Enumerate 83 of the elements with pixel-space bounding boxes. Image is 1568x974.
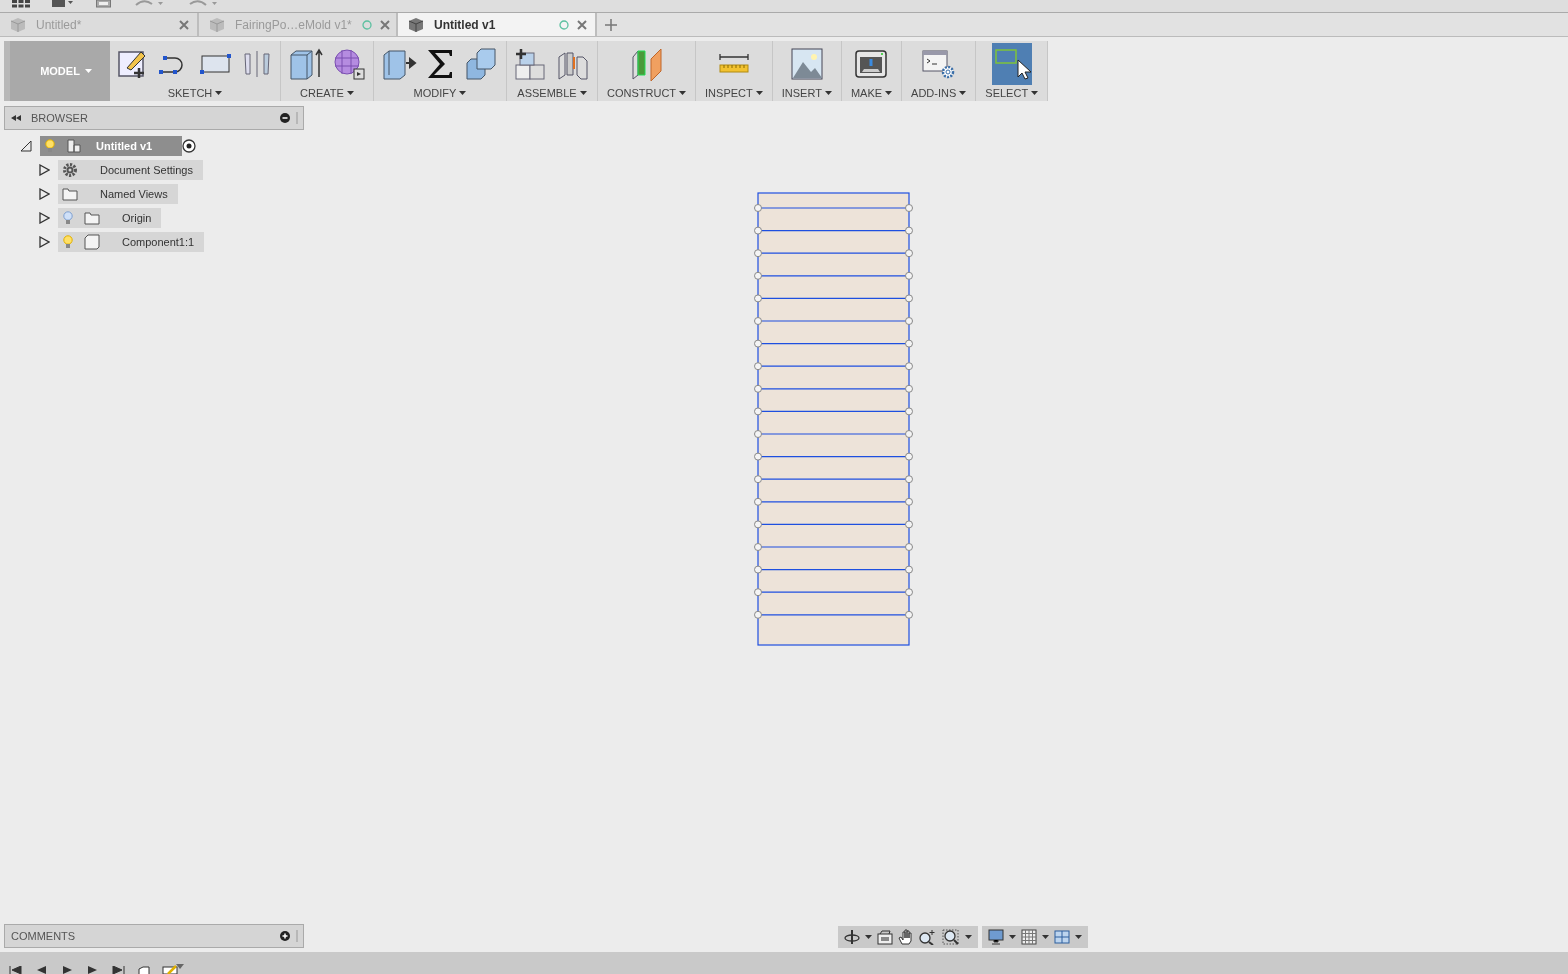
folder-icon [62, 187, 78, 201]
expanded-arrow-icon[interactable] [20, 140, 32, 152]
menu-button[interactable]: CREATE [298, 87, 356, 99]
menu-button[interactable]: ASSEMBLE [515, 87, 589, 99]
collapsed-arrow-icon[interactable] [38, 164, 50, 176]
body-icon [84, 234, 100, 250]
grid-icon[interactable] [1021, 929, 1037, 945]
file-icon[interactable] [52, 0, 74, 8]
tab-title: Untitled v1 [434, 17, 496, 32]
caret-icon [1042, 935, 1049, 939]
menu-button[interactable]: ADD-INS [909, 87, 969, 99]
caret-icon [865, 935, 872, 939]
collapsed-arrow-icon[interactable] [38, 188, 50, 200]
cube-icon [10, 16, 26, 33]
menu-button[interactable]: SELECT [983, 87, 1041, 99]
caret-icon [885, 91, 893, 95]
minus-circle-icon[interactable] [280, 113, 290, 123]
press-pull-icon[interactable] [381, 47, 417, 81]
new-component-icon[interactable] [514, 47, 548, 81]
look-at-icon[interactable] [877, 929, 893, 945]
tab-title: FairingPo…eMold v1* [235, 17, 352, 32]
caret-icon [679, 91, 687, 95]
document-tab[interactable]: Untitled v1 [398, 13, 597, 36]
new-tab-plus-icon[interactable] [605, 18, 617, 31]
menu-button[interactable]: MAKE [848, 87, 895, 99]
sigma-icon[interactable] [425, 47, 455, 81]
sketch-edit-icon[interactable] [162, 964, 184, 974]
mirror-icon[interactable] [241, 48, 273, 80]
cube-icon [408, 16, 424, 33]
save-icon[interactable] [96, 0, 112, 8]
printer-icon[interactable] [854, 47, 889, 81]
sketch-feature-icon[interactable] [138, 966, 150, 974]
caret-icon [1075, 935, 1082, 939]
tab-title: Untitled* [36, 17, 82, 32]
caret-icon [1031, 91, 1039, 95]
mesh-sphere-icon[interactable] [332, 47, 366, 81]
menu-button[interactable]: INSPECT [703, 87, 765, 99]
caret-icon [959, 91, 967, 95]
first-step-icon[interactable] [8, 966, 22, 974]
folder-icon [84, 211, 100, 225]
add-circle-icon[interactable] [280, 931, 290, 941]
apps-grid-icon[interactable] [12, 0, 30, 8]
orbit-icon[interactable] [844, 929, 860, 945]
cube-icon [209, 16, 225, 33]
combine-icon[interactable] [463, 47, 499, 81]
pan-hand-icon[interactable] [898, 929, 914, 945]
play-icon[interactable] [60, 966, 74, 974]
tree-item[interactable]: Document Settings [58, 160, 203, 180]
menu-button[interactable]: INSERT [779, 87, 834, 99]
image-icon[interactable] [789, 47, 824, 81]
extrude-box-icon[interactable] [288, 47, 324, 81]
menu-button[interactable]: MODIFY [411, 87, 469, 99]
gear-icon [62, 162, 78, 178]
viewports-icon[interactable] [1054, 929, 1070, 945]
caret-icon [1009, 935, 1016, 939]
caret-icon [755, 91, 763, 95]
panel-title: BROWSER [31, 112, 88, 124]
panel-title: COMMENTS [11, 930, 76, 942]
tree-item[interactable]: Origin [58, 208, 162, 228]
collapsed-arrow-icon[interactable] [38, 212, 50, 224]
caret-icon [215, 91, 223, 95]
component-icon [66, 138, 82, 154]
last-step-icon[interactable] [112, 966, 126, 974]
close-icon[interactable] [577, 19, 587, 30]
caret-icon [824, 91, 832, 95]
caret-icon [346, 91, 354, 95]
tree-item[interactable]: Component1:1 [58, 232, 205, 252]
zoom-icon[interactable] [919, 929, 937, 945]
zoom-window-icon[interactable] [942, 929, 960, 945]
close-icon[interactable] [179, 19, 189, 30]
display-monitor-icon[interactable] [988, 929, 1004, 945]
radio-target-icon[interactable] [182, 139, 197, 153]
collapse-arrows-icon[interactable] [11, 115, 21, 121]
caret-icon [459, 91, 467, 95]
tree-item[interactable]: Named Views [58, 184, 178, 204]
caret-icon [965, 935, 972, 939]
collapsed-arrow-icon[interactable] [38, 236, 50, 248]
script-gear-icon[interactable] [920, 47, 957, 81]
caret-icon [579, 91, 587, 95]
menu-button[interactable]: CONSTRUCT [605, 87, 689, 99]
menu-button[interactable]: SKETCH [165, 87, 225, 99]
caret-icon [84, 69, 92, 73]
close-icon[interactable] [379, 19, 390, 30]
